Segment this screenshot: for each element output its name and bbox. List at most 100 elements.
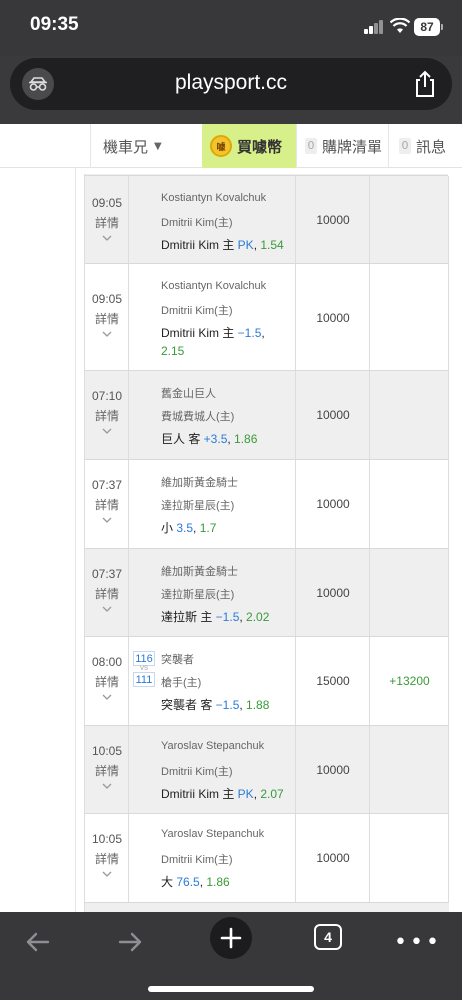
forward-button[interactable] xyxy=(114,922,150,962)
home-team: Dmitrii Kim(主) xyxy=(161,217,233,229)
amount-cell: 10000 xyxy=(296,726,370,813)
result-cell xyxy=(370,264,449,370)
messages-label: 訊息 xyxy=(416,137,447,156)
bet-amount: 10000 xyxy=(316,213,350,227)
pick-line: +3.5 xyxy=(203,432,228,446)
chevron-down-icon[interactable] xyxy=(101,691,113,703)
arrow-right-icon xyxy=(118,932,142,952)
home-team: 費城費城人(主) xyxy=(161,411,235,423)
detail-link[interactable]: 詳情 xyxy=(85,585,129,602)
pick-line: −1.5 xyxy=(237,326,262,340)
chevron-down-icon[interactable] xyxy=(101,328,113,340)
match-cell: Yaroslav Stepanchuk Dmitrii Kim(主) Dmitr… xyxy=(129,726,296,813)
cart-count: 0 xyxy=(305,138,317,154)
pick-odds: 1.88 xyxy=(246,698,270,712)
amount-cell: 10000 xyxy=(296,814,370,902)
pick: 小 3.5, 1.7 xyxy=(161,519,216,537)
match-cell: 116 VS 111 突襲者 槍手(主) 突襲者 客 −1.5, 1.88 xyxy=(129,637,296,725)
bet-amount: 10000 xyxy=(316,851,350,865)
match-cell: 維加斯黃金騎士 達拉斯星辰(主) 小 3.5, 1.7 xyxy=(129,460,296,548)
more-icon[interactable]: ••• xyxy=(394,922,439,962)
amount-cell: 10000 xyxy=(296,371,370,459)
pick: Dmitrii Kim 主 PK, 2.07 xyxy=(161,785,284,803)
address-bar[interactable]: playsport.cc xyxy=(10,58,452,110)
time-cell: 08:00 詳情 xyxy=(85,637,129,725)
status-time: 09:35 xyxy=(30,14,79,35)
cart-link[interactable]: 0 購牌清單 xyxy=(296,124,388,168)
site-header: 機車兄 ▼ 噱 買噱幣 0 購牌清單 0 訊息 xyxy=(0,124,462,168)
pick-odds: 1.86 xyxy=(206,875,230,889)
predictions-table: 09:05 詳情 Kostiantyn Kovalchuk Dmitrii Ki… xyxy=(84,174,449,912)
pick-side: 小 xyxy=(161,521,177,535)
chevron-down-icon[interactable] xyxy=(101,603,113,615)
plus-icon xyxy=(220,927,242,949)
match-cell: 維加斯黃金騎士 達拉斯星辰(主) 達拉斯 主 −1.5, 2.02 xyxy=(129,549,296,636)
tabs-button[interactable]: 4 xyxy=(314,924,342,950)
away-score: 116 xyxy=(133,651,155,666)
home-indicator xyxy=(148,986,314,992)
table-row: 07:10 詳情 舊金山巨人 費城費城人(主) 巨人 客 +3.5, 1.86 … xyxy=(85,371,449,460)
pick-line: 3.5 xyxy=(176,521,194,535)
detail-link[interactable]: 詳情 xyxy=(85,407,129,424)
result-cell xyxy=(370,460,449,548)
pick: 大 76.5, 1.86 xyxy=(161,873,230,891)
share-icon[interactable] xyxy=(412,70,438,98)
away-team: Kostiantyn Kovalchuk xyxy=(161,192,267,204)
home-team: Dmitrii Kim(主) xyxy=(161,854,233,866)
pick-separator: , xyxy=(193,521,200,535)
chevron-down-icon[interactable] xyxy=(101,514,113,526)
pick: 巨人 客 +3.5, 1.86 xyxy=(161,430,257,448)
detail-link[interactable]: 詳情 xyxy=(85,673,129,690)
pick: 達拉斯 主 −1.5, 2.02 xyxy=(161,608,269,626)
pick-side: Dmitrii Kim 主 xyxy=(161,238,238,252)
new-tab-button[interactable] xyxy=(210,917,252,959)
table-row: 10:05 詳情 Yaroslav Stepanchuk Dmitrii Kim… xyxy=(85,726,449,814)
bet-amount: 10000 xyxy=(316,311,350,325)
pick: Dmitrii Kim 主 PK, 1.54 xyxy=(161,236,284,254)
detail-link[interactable]: 詳情 xyxy=(85,310,129,327)
home-score: 111 xyxy=(133,672,155,687)
away-team: Yaroslav Stepanchuk xyxy=(161,740,265,752)
battery-indicator: 87 xyxy=(414,18,443,36)
url-text[interactable]: playsport.cc xyxy=(10,71,452,95)
buy-coins-button[interactable]: 噱 買噱幣 xyxy=(202,124,296,168)
back-button[interactable] xyxy=(18,922,54,962)
detail-link[interactable]: 詳情 xyxy=(85,850,129,867)
detail-link[interactable]: 詳情 xyxy=(85,496,129,513)
home-team: 槍手(主) xyxy=(161,677,202,689)
web-page: 機車兄 ▼ 噱 買噱幣 0 購牌清單 0 訊息 09:05 詳情 Kostian… xyxy=(0,124,462,912)
table-row: 10:05 詳情 Yaroslav Stepanchuk Dmitrii Kim… xyxy=(85,814,449,903)
chevron-down-icon[interactable] xyxy=(101,868,113,880)
detail-link[interactable]: 詳情 xyxy=(85,762,129,779)
pick-side: 巨人 客 xyxy=(161,432,204,446)
pick-separator: , xyxy=(261,326,265,340)
user-name: 機車兄 xyxy=(103,137,149,156)
away-team: Yaroslav Stepanchuk xyxy=(161,828,265,840)
amount-cell: 10000 xyxy=(296,264,370,370)
table-row: 09:05 詳情 Kostiantyn Kovalchuk Dmitrii Ki… xyxy=(85,176,449,264)
time-cell: 10:05 詳情 xyxy=(85,726,129,813)
user-menu[interactable]: 機車兄 ▼ xyxy=(90,124,202,168)
amount-cell: 15000 xyxy=(296,637,370,725)
away-team: Kostiantyn Kovalchuk xyxy=(161,280,267,292)
match-cell: Kostiantyn Kovalchuk Dmitrii Kim(主) Dmit… xyxy=(129,176,296,263)
away-team: 舊金山巨人 xyxy=(161,388,216,400)
chevron-down-icon[interactable] xyxy=(101,780,113,792)
pick: Dmitrii Kim 主 −1.5, 2.15 xyxy=(161,324,287,360)
time-cell: 07:10 詳情 xyxy=(85,371,129,459)
time-cell: 07:37 詳情 xyxy=(85,460,129,548)
table-row-partial xyxy=(85,903,449,912)
pick-side: Dmitrii Kim 主 xyxy=(161,326,238,340)
time-cell: 07:37 詳情 xyxy=(85,549,129,636)
pick-line: PK xyxy=(237,787,254,801)
match-cell: 舊金山巨人 費城費城人(主) 巨人 客 +3.5, 1.86 xyxy=(129,371,296,459)
result-cell xyxy=(370,814,449,902)
arrow-left-icon xyxy=(26,932,50,952)
amount-cell: 10000 xyxy=(296,460,370,548)
cart-label: 購牌清單 xyxy=(322,137,383,156)
detail-link[interactable]: 詳情 xyxy=(85,214,129,231)
chevron-down-icon[interactable] xyxy=(101,425,113,437)
home-team: 達拉斯星辰(主) xyxy=(161,589,235,601)
chevron-down-icon[interactable] xyxy=(101,232,113,244)
messages-link[interactable]: 0 訊息 xyxy=(388,124,462,168)
